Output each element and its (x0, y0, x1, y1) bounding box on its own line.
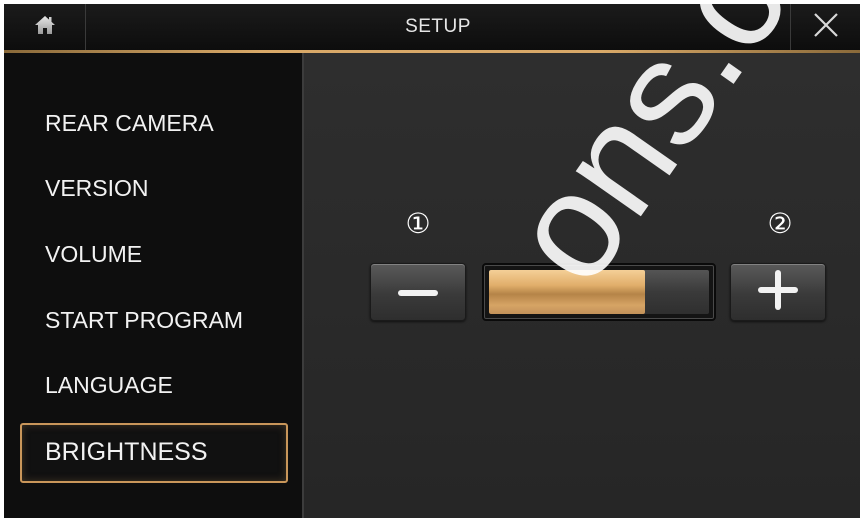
page-title: SETUP (405, 16, 471, 37)
close-icon (813, 12, 839, 42)
home-icon (34, 15, 56, 39)
sidebar-item-start-program[interactable]: START PROGRAM (20, 291, 288, 349)
brightness-slider[interactable] (482, 263, 716, 321)
sidebar-item-rear-camera[interactable]: REAR CAMERA (20, 94, 288, 152)
sidebar-item-version[interactable]: VERSION (20, 159, 288, 217)
sidebar-menu: REAR CAMERA VERSION VOLUME START PROGRAM… (4, 53, 304, 518)
brightness-panel: ① ② (304, 53, 860, 518)
title-bar: SETUP (4, 4, 860, 50)
minus-icon (397, 283, 439, 302)
callout-2: ② (767, 207, 793, 240)
callout-1: ① (405, 207, 431, 240)
sidebar-item-language[interactable]: LANGUAGE (20, 356, 288, 414)
brightness-level-fill (489, 270, 646, 314)
home-button[interactable] (4, 4, 86, 50)
setup-screen: SETUP REAR CAMERA VERSION VOLUME START P… (4, 4, 860, 518)
sidebar-item-brightness[interactable]: BRIGHTNESS (20, 423, 288, 483)
close-button[interactable] (790, 4, 860, 50)
increase-brightness-button[interactable] (730, 263, 826, 321)
brightness-track-inner (489, 270, 709, 314)
sidebar-item-volume[interactable]: VOLUME (20, 225, 288, 283)
plus-icon (756, 268, 800, 316)
decrease-brightness-button[interactable] (370, 263, 466, 321)
